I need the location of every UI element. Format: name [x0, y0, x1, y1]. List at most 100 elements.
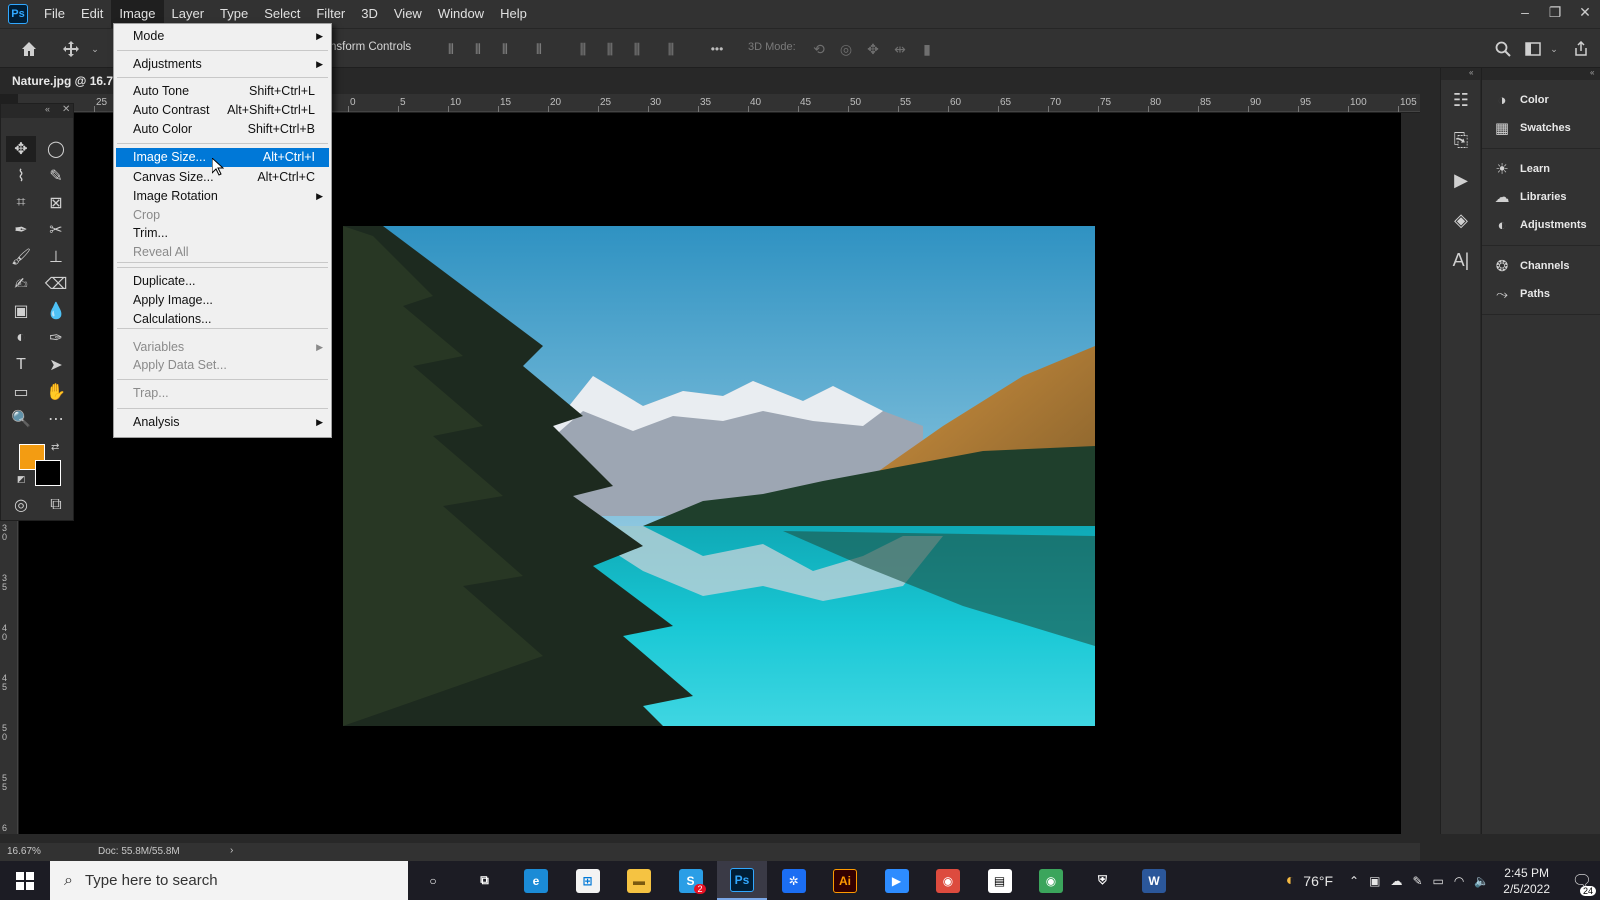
- move-tool-icon[interactable]: [60, 38, 82, 60]
- 3d-slide-icon[interactable]: ⇹: [889, 38, 911, 60]
- menu-item-auto-contrast[interactable]: Auto Contrast Alt+Shift+Ctrl+L: [116, 101, 329, 120]
- align-icon-6[interactable]: ⫼: [599, 38, 621, 60]
- properties-icon[interactable]: ☷: [1441, 80, 1481, 120]
- lasso-tool[interactable]: ⌇: [6, 163, 36, 189]
- panel-libraries[interactable]: ☁ Libraries: [1482, 183, 1600, 211]
- wifi-icon[interactable]: ◠: [1454, 874, 1464, 888]
- menu-item-apply-image[interactable]: Apply Image...: [116, 291, 329, 310]
- share-icon[interactable]: [1570, 38, 1592, 60]
- align-icon-1[interactable]: ⫴: [440, 38, 462, 60]
- swap-colors-icon[interactable]: ⇄: [51, 442, 59, 453]
- meet-now-icon[interactable]: ▣: [1369, 874, 1380, 888]
- eraser-tool[interactable]: ⌫: [41, 271, 71, 297]
- status-menu-arrow[interactable]: ›: [230, 845, 233, 856]
- menu-help[interactable]: Help: [492, 0, 535, 28]
- menu-item-duplicate[interactable]: Duplicate...: [116, 272, 329, 291]
- history-icon[interactable]: ⎘: [1441, 120, 1481, 160]
- align-icon-7[interactable]: ⫼: [626, 38, 648, 60]
- 3d-pan-icon[interactable]: ✥: [862, 38, 884, 60]
- quick-mask-icon[interactable]: ◎: [6, 492, 36, 518]
- workspace-chevron-icon[interactable]: ⌄: [1543, 38, 1565, 60]
- quick-selection-tool[interactable]: ✎: [41, 163, 71, 189]
- healing-brush-tool[interactable]: ✂: [41, 217, 71, 243]
- align-icon-4[interactable]: ⫴: [528, 38, 550, 60]
- start-button[interactable]: [0, 861, 50, 900]
- taskbar-app-chrome[interactable]: ◉: [923, 861, 973, 900]
- close-button[interactable]: ✕: [1570, 0, 1600, 24]
- battery-icon[interactable]: ▭: [1433, 874, 1444, 888]
- menu-item-mode[interactable]: Mode ▶: [116, 27, 329, 46]
- character-icon[interactable]: A|: [1441, 240, 1481, 280]
- vertical-scrollbar[interactable]: [1401, 113, 1420, 834]
- frame-tool[interactable]: ⊠: [41, 190, 71, 216]
- document-image[interactable]: [343, 226, 1095, 726]
- marquee-tool[interactable]: ◯: [41, 136, 71, 162]
- align-icon-5[interactable]: ⫼: [572, 38, 594, 60]
- clock[interactable]: 2:45 PM 2/5/2022: [1503, 865, 1550, 897]
- taskbar-app-file[interactable]: ▤: [975, 861, 1025, 900]
- panels-header[interactable]: «: [1482, 68, 1600, 80]
- show-transform-controls-label[interactable]: nsform Controls: [330, 41, 411, 53]
- crop-tool[interactable]: ⌗: [6, 190, 36, 216]
- panel-paths[interactable]: ⤳ Paths: [1482, 280, 1600, 308]
- move-tool[interactable]: ✥: [6, 136, 36, 162]
- home-icon[interactable]: [18, 38, 40, 60]
- dodge-tool[interactable]: ◐: [6, 325, 36, 351]
- taskbar-search-box[interactable]: ⌕ Type here to search: [50, 861, 408, 900]
- taskbar-app-task-view[interactable]: ⧉: [460, 861, 510, 900]
- menu-window[interactable]: Window: [430, 0, 492, 28]
- edit-toolbar-icon[interactable]: ⋯: [41, 406, 71, 432]
- taskbar-app-cortana[interactable]: ○: [408, 861, 458, 900]
- minimize-button[interactable]: –: [1510, 0, 1540, 24]
- taskbar-app-photoshop[interactable]: Ps: [717, 861, 767, 900]
- menu-item-image-rotation[interactable]: Image Rotation ▶: [116, 187, 329, 206]
- menu-item-adjustments[interactable]: Adjustments ▶: [116, 55, 329, 74]
- show-hidden-icons[interactable]: ⌃: [1349, 874, 1359, 888]
- taskbar-app-store[interactable]: ⊞: [563, 861, 613, 900]
- menu-file[interactable]: File: [36, 0, 73, 28]
- hand-tool[interactable]: ✋: [41, 379, 71, 405]
- panel-learn[interactable]: ☀ Learn: [1482, 155, 1600, 183]
- screen-mode-icon[interactable]: ⧉: [41, 492, 71, 518]
- menu-item-analysis[interactable]: Analysis ▶: [116, 413, 329, 432]
- taskbar-app-skype[interactable]: S2: [666, 861, 716, 900]
- menu-item-auto-color[interactable]: Auto Color Shift+Ctrl+B: [116, 120, 329, 139]
- menu-view[interactable]: View: [386, 0, 430, 28]
- actions-play-icon[interactable]: ▶: [1441, 160, 1481, 200]
- panel-color[interactable]: ◑ Color: [1482, 86, 1600, 114]
- volume-icon[interactable]: 🔈: [1474, 874, 1489, 888]
- icon-strip-header[interactable]: «: [1441, 68, 1480, 80]
- panel-channels[interactable]: ❂ Channels: [1482, 252, 1600, 280]
- pen-icon[interactable]: ✎: [1412, 874, 1422, 888]
- eyedropper-tool[interactable]: ✒: [6, 217, 36, 243]
- menu-item-auto-tone[interactable]: Auto Tone Shift+Ctrl+L: [116, 82, 329, 101]
- onedrive-icon[interactable]: ☁: [1390, 874, 1402, 888]
- rectangle-tool[interactable]: ▭: [6, 379, 36, 405]
- default-colors-icon[interactable]: ◩: [17, 474, 26, 485]
- taskbar-app-security[interactable]: ⛨: [1078, 861, 1128, 900]
- menu-item-trim[interactable]: Trim...: [116, 224, 329, 243]
- gradient-tool[interactable]: ▣: [6, 298, 36, 324]
- panel-adjustments[interactable]: ◐ Adjustments: [1482, 211, 1600, 239]
- background-color-swatch[interactable]: [35, 460, 61, 486]
- history-brush-tool[interactable]: ✍: [6, 271, 36, 297]
- zoom-level[interactable]: 16.67%: [7, 846, 41, 857]
- taskbar-app-illustrator[interactable]: Ai: [820, 861, 870, 900]
- menu-3d[interactable]: 3D: [353, 0, 386, 28]
- taskbar-app-file-explorer[interactable]: ▬: [614, 861, 664, 900]
- taskbar-app-chrome-profile[interactable]: ◉: [1026, 861, 1076, 900]
- taskbar-app-edge[interactable]: e: [511, 861, 561, 900]
- 3d-orbit-icon[interactable]: ⟲: [808, 38, 830, 60]
- zoom-tool[interactable]: 🔍: [6, 406, 36, 432]
- taskbar-app-app-blue[interactable]: ✲: [769, 861, 819, 900]
- more-options-icon[interactable]: •••: [706, 38, 728, 60]
- 3d-roll-icon[interactable]: ◎: [835, 38, 857, 60]
- layers-icon[interactable]: ◈: [1441, 200, 1481, 240]
- align-icon-2[interactable]: ⫴: [467, 38, 489, 60]
- close-panel-icon[interactable]: ✕: [62, 104, 70, 115]
- clone-stamp-tool[interactable]: ⊥: [41, 244, 71, 270]
- chevron-down-icon[interactable]: ⌄: [84, 38, 106, 60]
- notification-center-button[interactable]: 🗨 24: [1564, 861, 1600, 900]
- panel-swatches[interactable]: ▦ Swatches: [1482, 114, 1600, 142]
- weather-temp[interactable]: 76°F: [1303, 873, 1333, 889]
